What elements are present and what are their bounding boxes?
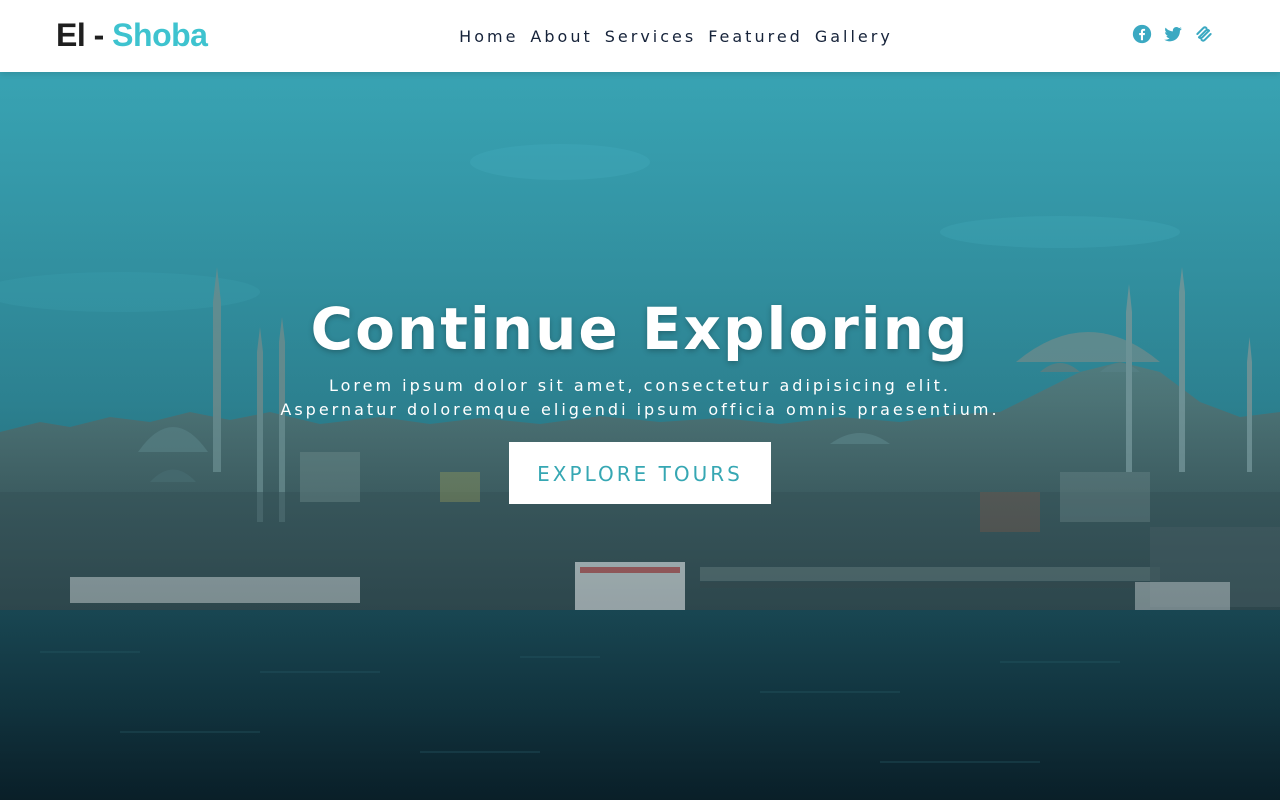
hero-section: Continue Exploring Lorem ipsum dolor sit… [0,72,1280,800]
navbar: El - Shoba Home About Services Featured … [0,0,1280,72]
nav-link-services[interactable]: Services [605,27,696,46]
nav-link-gallery[interactable]: Gallery [815,27,893,46]
hero-title: Continue Exploring [310,295,970,363]
hero-subtitle-line-1: Lorem ipsum dolor sit amet, consectetur … [329,376,951,395]
explore-tours-button[interactable]: EXPLORE TOURS [509,442,771,504]
twitter-icon[interactable] [1163,24,1183,44]
hero-subtitle-line-2: Aspernatur doloremque eligendi ipsum off… [280,400,1000,419]
logo-text-accent: Shoba [112,17,208,53]
hero-content: Continue Exploring Lorem ipsum dolor sit… [0,294,1280,504]
hero-subtitle: Lorem ipsum dolor sit amet, consectetur … [0,374,1280,422]
nav-link-featured[interactable]: Featured [708,27,803,46]
site-logo[interactable]: El - Shoba [56,16,208,54]
squarespace-icon[interactable] [1194,24,1214,44]
nav-link-home[interactable]: Home [459,27,518,46]
logo-text-primary: El - [56,17,113,53]
nav-link-about[interactable]: About [530,27,592,46]
facebook-icon[interactable] [1132,24,1152,44]
social-links [1132,24,1214,44]
